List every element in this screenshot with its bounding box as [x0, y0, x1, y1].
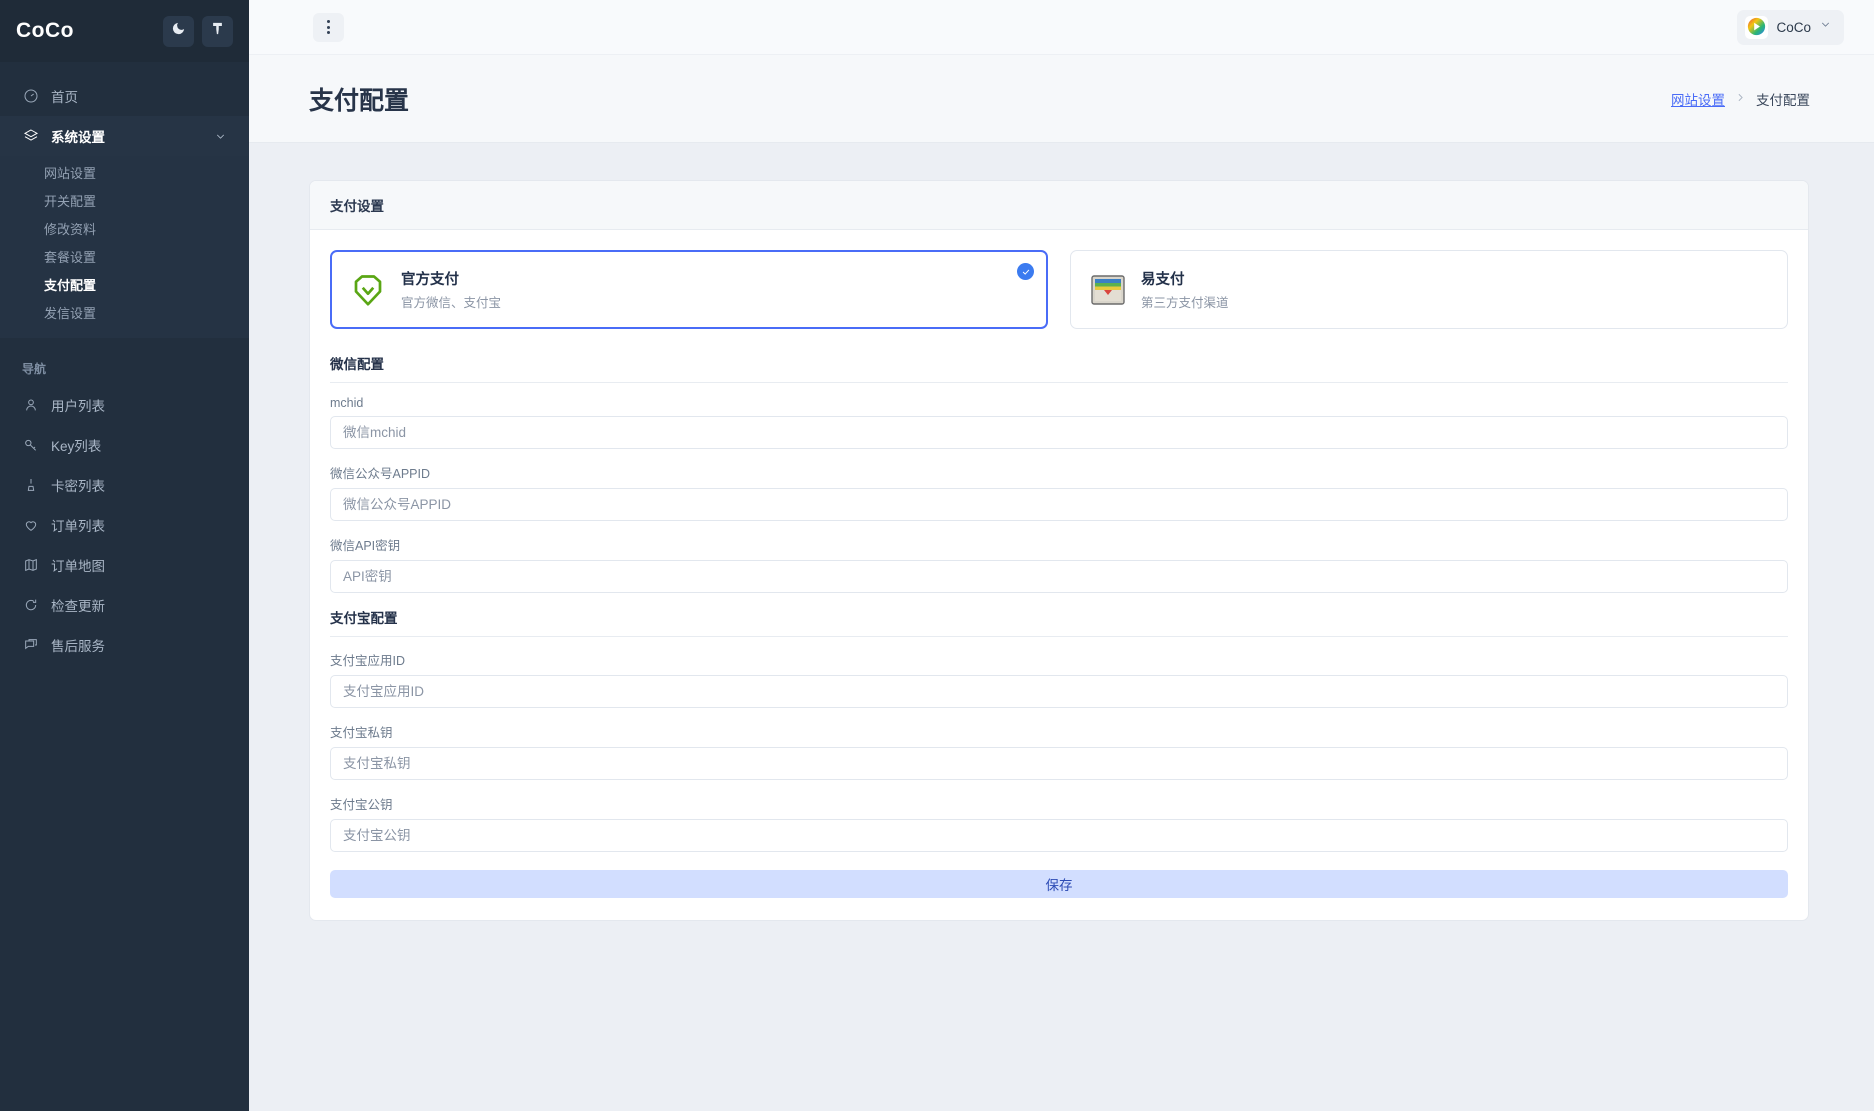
sidebar-item-label: 系统设置 [51, 126, 105, 146]
payment-option-desc: 官方微信、支付宝 [401, 292, 501, 311]
wechat-appid-input[interactable] [330, 488, 1788, 521]
sidebar-subitem-switch-config[interactable]: 开关配置 [0, 188, 249, 216]
sidebar-nav: 首页 系统设置 网站设置 开关配置 修改资料 套餐设置 支付配置 发信设置 导航 [0, 62, 249, 1111]
section-heading-wechat: 微信配置 [330, 353, 1788, 383]
sidebar-item-home[interactable]: 首页 [0, 76, 249, 116]
breadcrumb-parent-link[interactable]: 网站设置 [1671, 89, 1725, 109]
sidebar-item-label: 卡密列表 [51, 475, 105, 495]
refresh-icon [22, 597, 39, 614]
payment-settings-card: 支付设置 官方支付 官方微信、支付 [309, 180, 1809, 921]
field-mchid: mchid [330, 396, 1788, 449]
sidebar-item-after-sales[interactable]: 售后服务 [0, 625, 249, 665]
field-wechat-appid: 微信公众号APPID [330, 463, 1788, 521]
user-icon [22, 397, 39, 414]
sidebar-item-card-secret-list[interactable]: 卡密列表 [0, 465, 249, 505]
sidebar-item-label: 售后服务 [51, 635, 105, 655]
field-wechat-api-key: 微信API密钥 [330, 535, 1788, 593]
theme-brush-button[interactable] [202, 16, 233, 47]
sidebar-submenu: 网站设置 开关配置 修改资料 套餐设置 支付配置 发信设置 [0, 156, 249, 338]
mchid-input[interactable] [330, 416, 1788, 449]
field-label: 支付宝公钥 [330, 794, 1788, 813]
sidebar-item-key-list[interactable]: Key列表 [0, 425, 249, 465]
field-alipay-private-key: 支付宝私钥 [330, 722, 1788, 780]
chat-icon [22, 637, 39, 654]
dark-mode-toggle[interactable] [163, 16, 194, 47]
brand-logo: CoCo [16, 19, 155, 43]
field-label: 支付宝应用ID [330, 650, 1788, 669]
page-header: 支付配置 网站设置 支付配置 [249, 55, 1874, 143]
sidebar-subitem-package-settings[interactable]: 套餐设置 [0, 244, 249, 272]
sidebar-item-check-update[interactable]: 检查更新 [0, 585, 249, 625]
card-icon [22, 477, 39, 494]
wechat-api-key-input[interactable] [330, 560, 1788, 593]
paintbrush-icon [210, 21, 225, 41]
sidebar-item-label: 订单地图 [51, 555, 105, 575]
breadcrumb: 网站设置 支付配置 [1671, 89, 1810, 109]
selected-check-icon [1017, 263, 1034, 280]
sidebar-item-order-map[interactable]: 订单地图 [0, 545, 249, 585]
shield-check-icon [349, 271, 387, 309]
sidebar-item-label: 订单列表 [51, 515, 105, 535]
sidebar-item-user-list[interactable]: 用户列表 [0, 385, 249, 425]
payment-option-official[interactable]: 官方支付 官方微信、支付宝 [330, 250, 1048, 329]
field-alipay-public-key: 支付宝公钥 [330, 794, 1788, 852]
payment-option-name: 官方支付 [401, 268, 501, 289]
sidebar-brandbar: CoCo [0, 0, 249, 62]
payment-method-group: 官方支付 官方微信、支付宝 [330, 250, 1788, 329]
alipay-appid-input[interactable] [330, 675, 1788, 708]
heart-icon [22, 517, 39, 534]
user-name-label: CoCo [1776, 20, 1811, 35]
field-label: 微信API密钥 [330, 535, 1788, 554]
sidebar-item-label: 检查更新 [51, 595, 105, 615]
sidebar-item-label: 用户列表 [51, 395, 105, 415]
alipay-private-key-input[interactable] [330, 747, 1788, 780]
chevron-down-icon [214, 130, 227, 143]
sidebar-subitem-mail-settings[interactable]: 发信设置 [0, 300, 249, 328]
chevron-down-icon [1819, 18, 1832, 36]
page-title: 支付配置 [309, 81, 409, 117]
breadcrumb-current: 支付配置 [1756, 89, 1810, 109]
sidebar-item-order-list[interactable]: 订单列表 [0, 505, 249, 545]
card-title: 支付设置 [310, 181, 1808, 230]
user-menu-button[interactable]: CoCo [1737, 10, 1844, 45]
field-label: mchid [330, 396, 1788, 410]
kebab-menu-icon[interactable] [313, 13, 344, 42]
alipay-public-key-input[interactable] [330, 819, 1788, 852]
sidebar-item-label: 首页 [51, 86, 78, 106]
sidebar-item-system-settings[interactable]: 系统设置 [0, 116, 249, 156]
app-root: CoCo 首页 [0, 0, 1874, 1111]
sidebar-subitem-edit-profile[interactable]: 修改资料 [0, 216, 249, 244]
topbar: CoCo [249, 0, 1874, 55]
chevron-right-icon [1734, 91, 1747, 107]
save-button[interactable]: 保存 [330, 870, 1788, 898]
payment-option-name: 易支付 [1141, 268, 1229, 289]
content-area: 支付设置 官方支付 官方微信、支付 [249, 143, 1874, 1111]
sidebar-subitem-site-settings[interactable]: 网站设置 [0, 160, 249, 188]
sidebar-item-label: Key列表 [51, 435, 101, 455]
moon-icon [171, 21, 186, 41]
sidebar-subitem-payment-config[interactable]: 支付配置 [0, 272, 249, 300]
field-label: 微信公众号APPID [330, 463, 1788, 482]
main-area: CoCo 支付配置 网站设置 支付配置 支付设置 [249, 0, 1874, 1111]
card-body: 官方支付 官方微信、支付宝 [310, 230, 1808, 920]
wallet-icon [1089, 271, 1127, 309]
section-heading-alipay: 支付宝配置 [330, 607, 1788, 637]
sidebar-group-title: 导航 [0, 338, 249, 385]
layers-icon [22, 128, 39, 145]
sidebar: CoCo 首页 [0, 0, 249, 1111]
key-icon [22, 437, 39, 454]
field-label: 支付宝私钥 [330, 722, 1788, 741]
field-alipay-appid: 支付宝应用ID [330, 650, 1788, 708]
payment-option-yipay[interactable]: 易支付 第三方支付渠道 [1070, 250, 1788, 329]
map-icon [22, 557, 39, 574]
avatar [1745, 16, 1768, 39]
payment-option-desc: 第三方支付渠道 [1141, 292, 1229, 311]
dashboard-icon [22, 88, 39, 105]
